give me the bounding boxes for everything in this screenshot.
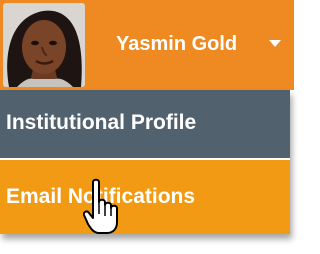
user-name[interactable]: Yasmin Gold (116, 33, 237, 56)
menu-item-email-notifications[interactable]: Email Notifications (0, 160, 290, 234)
caret-down-icon[interactable] (269, 40, 281, 47)
menu-item-label: Institutional Profile (6, 111, 197, 134)
user-menu-toggle[interactable]: Yasmin Gold (0, 0, 294, 90)
user-dropdown-menu: Institutional Profile Email Notification… (0, 90, 290, 234)
hand-pointer-icon (83, 178, 123, 236)
avatar-photo (3, 3, 85, 87)
account-menu-widget: Yasmin Gold Institutional Profile Email … (0, 0, 294, 254)
menu-item-institutional-profile[interactable]: Institutional Profile (0, 90, 290, 158)
avatar[interactable] (3, 3, 85, 87)
